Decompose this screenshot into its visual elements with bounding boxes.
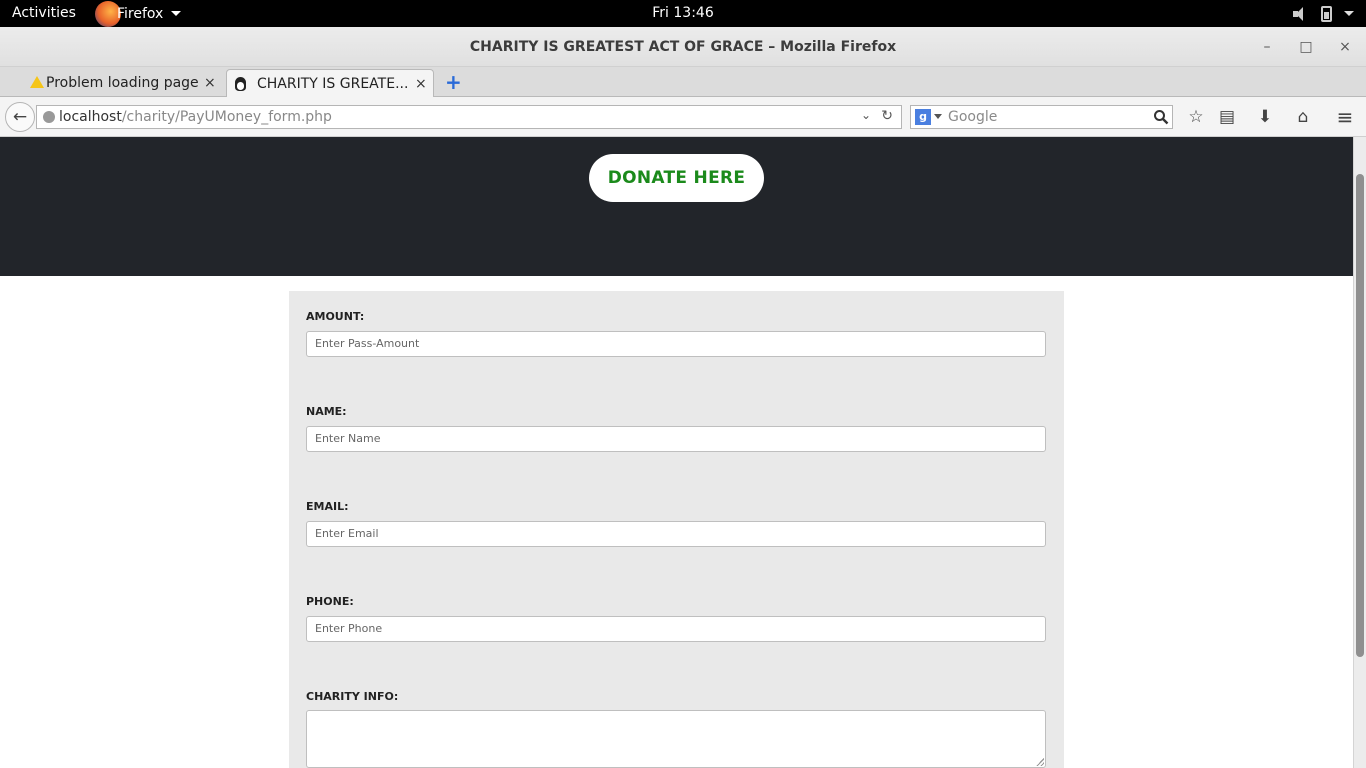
- activities-button[interactable]: Activities: [12, 5, 76, 21]
- reload-icon[interactable]: ↻: [881, 108, 893, 124]
- window-title: CHARITY IS GREATEST ACT OF GRACE – Mozil…: [469, 39, 897, 55]
- email-input[interactable]: Enter Email: [306, 521, 1046, 547]
- payment-form: AMOUNT: Enter Pass-Amount NAME: Enter Na…: [289, 291, 1064, 768]
- name-input[interactable]: Enter Name: [306, 426, 1046, 452]
- warning-icon: [30, 76, 44, 90]
- search-input[interactable]: Google: [948, 109, 997, 125]
- battery-icon: [1321, 5, 1332, 22]
- vertical-scrollbar[interactable]: [1353, 137, 1366, 768]
- volume-icon: [1293, 6, 1309, 21]
- bookmark-star-icon[interactable]: ☆: [1185, 106, 1207, 128]
- amount-input[interactable]: Enter Pass-Amount: [306, 331, 1046, 357]
- window-title-bar: CHARITY IS GREATEST ACT OF GRACE – Mozil…: [0, 27, 1366, 67]
- charity-info-textarea[interactable]: [306, 710, 1046, 768]
- close-window-button[interactable]: ×: [1335, 37, 1355, 57]
- url-text: localhost/charity/PayUMoney_form.php: [59, 109, 332, 125]
- tab-label: CHARITY IS GREATE...: [257, 75, 409, 92]
- reading-list-icon[interactable]: ▤: [1216, 106, 1238, 128]
- system-menu-caret-icon: [1344, 11, 1354, 16]
- navigation-bar: ← localhost/charity/PayUMoney_form.php ⌄…: [0, 97, 1366, 137]
- maximize-button[interactable]: □: [1296, 37, 1316, 57]
- email-label: EMAIL:: [306, 500, 349, 513]
- tab-label: Problem loading page: [46, 75, 199, 91]
- phone-input[interactable]: Enter Phone: [306, 616, 1046, 642]
- globe-icon: [43, 111, 55, 123]
- phone-label: PHONE:: [306, 595, 354, 608]
- system-top-bar: Activities Firefox Fri 13:46: [0, 0, 1366, 27]
- search-engine-caret-icon[interactable]: [934, 114, 942, 119]
- google-icon[interactable]: g: [915, 109, 931, 125]
- search-bar[interactable]: g Google: [910, 105, 1173, 129]
- search-icon[interactable]: [1153, 109, 1169, 125]
- back-button[interactable]: ←: [5, 102, 35, 132]
- url-dropdown-icon[interactable]: ⌄: [861, 108, 871, 122]
- clock[interactable]: Fri 13:46: [0, 5, 1366, 21]
- amount-label: AMOUNT:: [306, 310, 365, 323]
- new-tab-button[interactable]: +: [445, 71, 463, 93]
- app-menu[interactable]: Firefox: [95, 0, 182, 27]
- download-icon[interactable]: ⬇: [1254, 106, 1276, 128]
- url-bar[interactable]: localhost/charity/PayUMoney_form.php ⌄ ↻: [36, 105, 902, 129]
- tab-bar: Problem loading page × CHARITY IS GREATE…: [0, 67, 1366, 97]
- scrollbar-thumb[interactable]: [1356, 174, 1364, 657]
- page-viewport: DONATE HERE AMOUNT: Enter Pass-Amount NA…: [0, 137, 1353, 768]
- tab-problem-loading[interactable]: Problem loading page ×: [22, 69, 222, 97]
- charity-info-label: CHARITY INFO:: [306, 690, 399, 703]
- home-icon[interactable]: ⌂: [1292, 106, 1314, 128]
- name-label: NAME:: [306, 405, 347, 418]
- hero-banner: DONATE HERE: [0, 137, 1353, 276]
- minimize-button[interactable]: –: [1257, 37, 1277, 57]
- tab-close-icon[interactable]: ×: [204, 75, 216, 91]
- hamburger-menu-icon[interactable]: ≡: [1334, 106, 1356, 128]
- resize-grip-icon[interactable]: [1036, 758, 1044, 766]
- url-path: /charity/PayUMoney_form.php: [121, 109, 332, 125]
- app-menu-caret-icon: [171, 11, 182, 16]
- app-menu-label: Firefox: [117, 5, 164, 22]
- tab-charity[interactable]: CHARITY IS GREATE... ×: [226, 69, 434, 97]
- tux-icon: [235, 77, 249, 91]
- system-menu[interactable]: [1293, 0, 1354, 27]
- tab-close-icon[interactable]: ×: [415, 76, 427, 92]
- donate-here-button[interactable]: DONATE HERE: [589, 154, 764, 202]
- url-host: localhost: [59, 109, 122, 125]
